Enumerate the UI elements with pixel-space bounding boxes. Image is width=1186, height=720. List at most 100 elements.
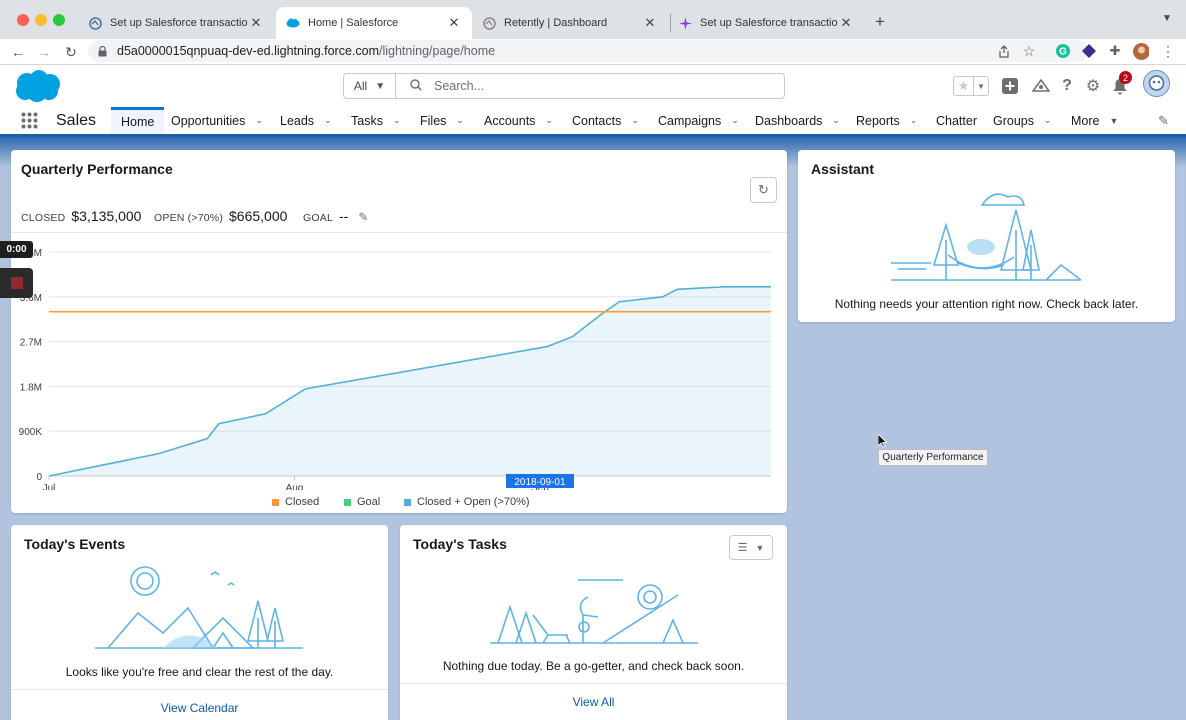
legend-swatch [272,498,279,506]
nav-item-label: Files [420,113,447,128]
y-tick-label: 1.8M [20,382,42,393]
url-host: d5a0000015qnpuaq-dev-ed.lightning.force.… [117,44,379,58]
share-icon[interactable] [996,43,1012,59]
stop-square-icon [10,277,23,289]
grammarly-icon[interactable]: G [1055,43,1071,59]
close-tab-icon[interactable]: ✕ [838,15,854,31]
tab-title: Retently | Dashboard [504,17,608,29]
favorites-menu-caret-icon[interactable]: ▼ [974,77,988,95]
divider [11,232,787,233]
trailhead-guidance-icon[interactable] [1031,76,1051,96]
nav-item-dashboards[interactable]: Dashboards ⌄ [755,107,840,134]
browser-tab[interactable]: Set up Salesforce transactional ✕ [78,7,274,39]
chevron-down-icon[interactable]: ⌄ [631,115,639,126]
hover-date-label: 2018-09-01 [514,477,566,488]
legend-label: Closed + Open (>70%) [417,496,530,508]
browser-tab-strip: Set up Salesforce transactional ✕ Home |… [0,0,1186,39]
edit-goal-pencil-icon[interactable]: ✎ [358,210,368,224]
divider [400,683,787,684]
app-nav-bar: Sales Home Opportunities ⌄ Leads ⌄ Tasks ⌄ … [0,107,1186,137]
nav-item-opportunities[interactable]: Opportunities ⌄ [171,107,263,134]
series-area-fill [49,286,771,476]
nav-item-chatter[interactable]: Chatter [936,107,977,134]
assistant-card: Assistant Nothing needs your attention r… [798,150,1175,322]
view-calendar-link[interactable]: View Calendar [11,701,388,715]
caret-down-icon[interactable]: ▼ [1109,116,1118,126]
app-launcher-grid-icon[interactable] [21,112,38,132]
nav-item-tasks[interactable]: Tasks ⌄ [351,107,401,134]
x-tick-label: Jul [43,483,56,490]
window-zoom-button[interactable] [53,14,65,26]
refresh-icon[interactable]: ↻ [750,177,777,203]
browser-tab[interactable]: Set up Salesforce transactional ✕ [668,7,864,39]
hover-tooltip: Quarterly Performance [878,449,988,466]
close-tab-icon[interactable]: ✕ [248,15,264,31]
close-tab-icon[interactable]: ✕ [446,15,462,31]
nav-item-groups[interactable]: Groups ⌄ [993,107,1052,134]
y-tick-label: 0 [36,472,42,483]
task-filter-menu-button[interactable]: ☰ ▼ [729,535,773,560]
setup-gear-icon[interactable]: ⚙ [1083,76,1103,96]
open-value: $665,000 [229,208,288,224]
salesforce-cloud-icon [286,16,300,30]
nav-item-label: Leads [280,113,315,128]
legend-closed: Closed [272,496,319,508]
browser-menu-icon[interactable]: ⋮ [1160,43,1176,59]
chevron-down-icon[interactable]: ⌄ [832,115,840,126]
nav-item-more[interactable]: More ▼ [1071,107,1118,134]
favorite-star-icon: ★ [954,77,974,95]
x-tick-label: Aug [286,483,304,490]
address-bar[interactable]: d5a0000015qnpuaq-dev-ed.lightning.force.… [88,40,1088,62]
nav-item-files[interactable]: Files ⌄ [420,107,464,134]
nav-item-accounts[interactable]: Accounts ⌄ [484,107,553,134]
user-avatar[interactable] [1143,70,1170,100]
sparkle-icon [678,16,692,30]
profile-avatar-icon[interactable] [1133,42,1149,60]
y-tick-label: 900K [19,427,43,438]
chevron-down-icon[interactable]: ⌄ [393,115,401,126]
stop-recording-button[interactable] [0,268,33,298]
browser-tab-active[interactable]: Home | Salesforce ✕ [276,7,472,39]
chevron-down-icon[interactable]: ⌄ [456,115,464,126]
nav-item-leads[interactable]: Leads ⌄ [280,107,332,134]
extensions-puzzle-icon[interactable]: ✚ [1107,43,1123,59]
browser-tab[interactable]: Retently | Dashboard ✕ [472,7,668,39]
chevron-down-icon[interactable]: ⌄ [255,115,263,126]
nav-item-contacts[interactable]: Contacts ⌄ [572,107,639,134]
quarterly-performance-card: Quarterly Performance ↻ CLOSED $3,135,00… [11,150,787,513]
search-input[interactable]: Search... [396,74,784,98]
chevron-down-icon[interactable]: ⌄ [731,115,739,126]
edit-nav-pencil-icon[interactable]: ✎ [1158,113,1169,129]
new-tab-icon[interactable]: + [875,12,885,32]
bookmark-star-icon[interactable]: ☆ [1021,43,1037,59]
salesforce-logo[interactable] [13,69,61,106]
view-all-link[interactable]: View All [400,695,787,709]
nav-item-label: Home [121,115,155,129]
nav-item-label: Campaigns [658,113,722,128]
nav-item-campaigns[interactable]: Campaigns ⌄ [658,107,739,134]
back-arrow-icon[interactable]: ← [7,41,29,63]
chevron-down-icon[interactable]: ⌄ [545,115,553,126]
global-search: All ▼ Search... [343,73,785,99]
close-tab-icon[interactable]: ✕ [642,15,658,31]
extension-diamond-icon[interactable] [1081,43,1097,59]
favorites-button[interactable]: ★ ▼ [953,76,989,96]
window-close-button[interactable] [17,14,29,26]
nav-item-reports[interactable]: Reports ⌄ [856,107,917,134]
search-scope-dropdown[interactable]: All ▼ [344,74,396,98]
nav-item-label: Opportunities [171,113,246,128]
chevron-down-icon[interactable]: ⌄ [324,115,332,126]
tab-title: Set up Salesforce transactional [700,17,838,29]
assistant-message: Nothing needs your attention right now. … [834,297,1139,311]
global-actions-plus-icon[interactable] [1000,76,1020,96]
goal-value: -- [338,208,349,224]
window-minimize-button[interactable] [35,14,47,26]
chevron-down-icon[interactable]: ⌄ [1044,115,1052,126]
forward-arrow-icon[interactable]: → [33,41,55,63]
chevron-down-icon[interactable]: ⌄ [910,115,918,126]
reload-icon[interactable]: ↻ [60,41,82,63]
help-question-icon[interactable]: ? [1057,76,1077,96]
card-title: Quarterly Performance [21,161,173,177]
tab-search-chevron-icon[interactable]: ▼ [1162,13,1172,24]
nav-item-home[interactable]: Home [111,107,165,134]
